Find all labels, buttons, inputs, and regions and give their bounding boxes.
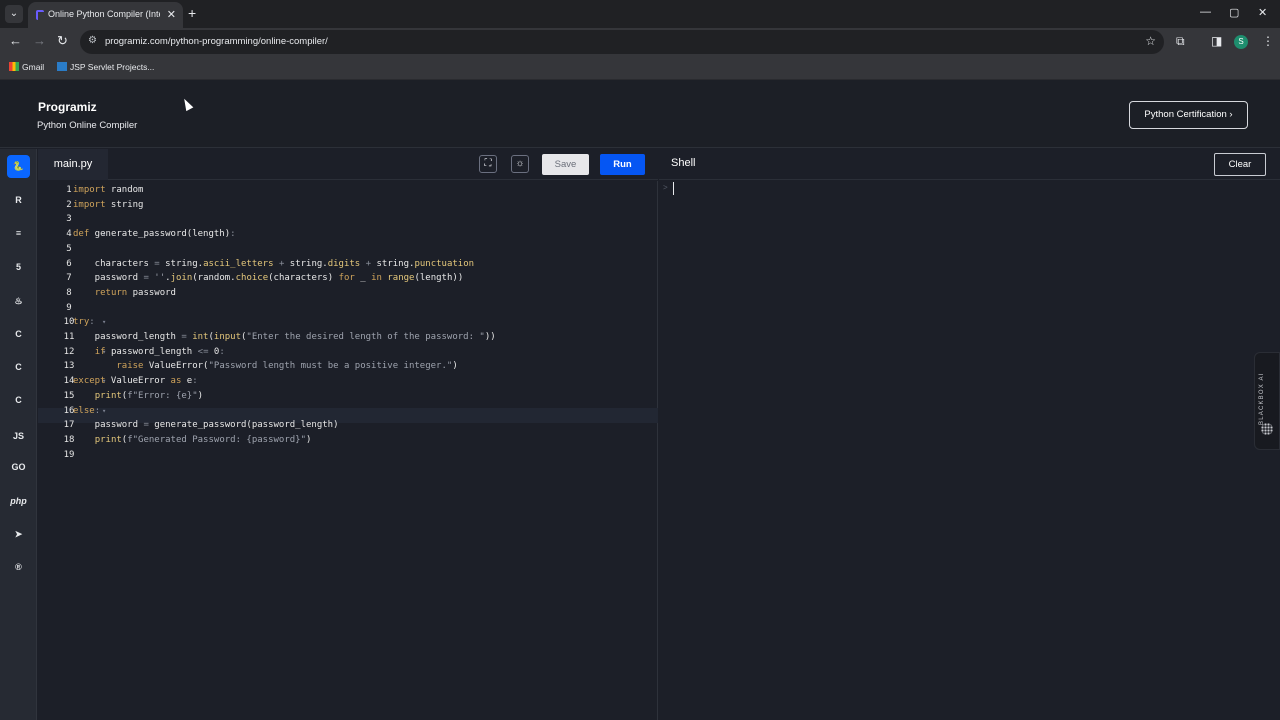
extensions-icon[interactable]: ⧉ <box>1176 34 1185 49</box>
code-line[interactable]: import random <box>73 183 143 198</box>
code-line[interactable]: password = ''.join(random.choice(charact… <box>73 271 464 286</box>
code-line[interactable]: import string <box>73 198 143 213</box>
clear-button[interactable]: Clear <box>1214 153 1266 176</box>
code-line[interactable]: def generate_password(length): <box>73 227 236 242</box>
blackbox-ai-widget[interactable]: BLACKBOX AI <box>1254 352 1280 450</box>
tab-main-py[interactable]: main.py <box>38 149 108 180</box>
c-lang-icon[interactable]: C <box>7 323 30 346</box>
tab-search-icon[interactable]: ⌄ <box>5 5 23 23</box>
code-editor[interactable]: 1 import random 2 import string 3 4 ▾ def gener… <box>38 181 658 720</box>
site-header <box>0 80 1280 148</box>
java-lang-icon[interactable]: ♨ <box>7 290 30 313</box>
blackbox-ai-label: BLACKBOX AI <box>1259 372 1265 425</box>
minimize-icon[interactable]: — <box>1200 6 1211 18</box>
run-button[interactable]: Run <box>600 154 645 175</box>
go-lang-icon[interactable]: GO <box>7 456 30 479</box>
side-panel-icon[interactable]: ◨ <box>1211 34 1222 48</box>
sql-lang-icon[interactable]: ≡ <box>7 222 30 245</box>
tab-close-icon[interactable]: ✕ <box>167 8 176 21</box>
python-lang-icon[interactable]: 🐍 <box>7 155 30 178</box>
bookmark-gmail-label: Gmail <box>22 62 45 72</box>
url-text: programiz.com/python-programming/online-… <box>105 36 328 47</box>
fold-chevron-icon[interactable]: ▾ <box>102 315 108 330</box>
shell-output[interactable] <box>659 181 1280 720</box>
browser-toolbar: ← → ↻ ⚙ programiz.com/python-programming… <box>0 28 1280 56</box>
fold-chevron-icon[interactable]: ▾ <box>102 404 108 419</box>
browser-tab[interactable]: Online Python Compiler (Interpreter) ✕ <box>28 2 183 28</box>
page-subtitle: Python Online Compiler <box>37 120 138 131</box>
shell-title: Shell <box>671 157 696 169</box>
line-number: 3 <box>66 214 72 225</box>
reload-icon[interactable]: ↻ <box>57 33 68 49</box>
fullscreen-icon[interactable]: ⛶ <box>479 155 497 173</box>
python-certification-button[interactable]: Python Certification › <box>1129 101 1248 129</box>
programiz-logo[interactable]: Programiz <box>38 100 97 114</box>
programiz-favicon-icon <box>36 10 44 20</box>
rust-lang-icon[interactable]: ® <box>7 556 30 579</box>
line-number: 5 <box>66 243 72 254</box>
browser-tab-strip: ⌄ Online Python Compiler (Interpreter) ✕… <box>0 0 1280 28</box>
window-close-icon[interactable]: ✕ <box>1258 6 1267 19</box>
maximize-icon[interactable]: ▢ <box>1229 6 1239 19</box>
php-lang-icon[interactable]: php <box>7 490 30 513</box>
address-bar[interactable]: ⚙ programiz.com/python-programming/onlin… <box>80 30 1164 54</box>
cpp-lang-icon[interactable]: C <box>7 356 30 379</box>
bookmarks-bar: Gmail JSP Servlet Projects... <box>0 56 1280 80</box>
line-number: 9 <box>66 302 72 313</box>
profile-avatar[interactable]: S <box>1234 35 1248 49</box>
blackbox-logo-icon <box>1261 423 1273 435</box>
bookmark-jsp[interactable]: JSP Servlet Projects... <box>57 62 154 72</box>
save-button[interactable]: Save <box>542 154 589 175</box>
bookmark-star-icon[interactable]: ☆ <box>1145 34 1156 48</box>
code-line[interactable]: try: <box>73 315 95 330</box>
line-number: 19 <box>63 449 75 460</box>
forward-icon[interactable]: → <box>33 33 46 48</box>
shell-caret <box>673 182 674 195</box>
r-lang-icon[interactable]: R <box>7 189 30 212</box>
code-line[interactable]: print(f"Error: {e}") <box>73 389 203 404</box>
swift-lang-icon[interactable]: ➤ <box>7 523 30 546</box>
bookmark-gmail[interactable]: Gmail <box>9 62 44 72</box>
js-lang-icon[interactable]: JS <box>7 425 30 448</box>
code-line[interactable]: raise ValueError("Password length must b… <box>73 359 457 374</box>
code-line[interactable]: print(f"Generated Password: {password}") <box>73 433 312 448</box>
code-line[interactable]: characters = string.ascii_letters + stri… <box>73 257 474 272</box>
code-line[interactable]: return password <box>73 286 176 301</box>
back-icon[interactable]: ← <box>9 33 22 48</box>
theme-toggle-icon[interactable]: ☼ <box>511 155 529 173</box>
html-lang-icon[interactable]: 5 <box>7 256 30 279</box>
code-line[interactable]: password_length = int(input("Enter the d… <box>73 330 496 345</box>
menu-kebab-icon[interactable]: ⋮ <box>1262 34 1274 48</box>
csharp-lang-icon[interactable]: C <box>7 389 30 412</box>
code-line[interactable]: password = generate_password(password_le… <box>73 418 339 433</box>
code-line[interactable]: except ValueError as e: <box>73 374 198 389</box>
shell-header <box>659 149 1280 180</box>
gmail-icon <box>9 62 19 71</box>
code-line[interactable]: else: <box>73 404 100 419</box>
shell-prompt: > <box>663 183 668 192</box>
jsp-icon <box>57 62 67 71</box>
bookmark-jsp-label: JSP Servlet Projects... <box>70 62 155 72</box>
browser-tab-title: Online Python Compiler (Interpreter) <box>48 9 160 19</box>
code-line[interactable]: if password_length <= 0: <box>73 345 225 360</box>
new-tab-icon[interactable]: + <box>188 5 196 21</box>
site-info-icon[interactable]: ⚙ <box>88 35 97 46</box>
